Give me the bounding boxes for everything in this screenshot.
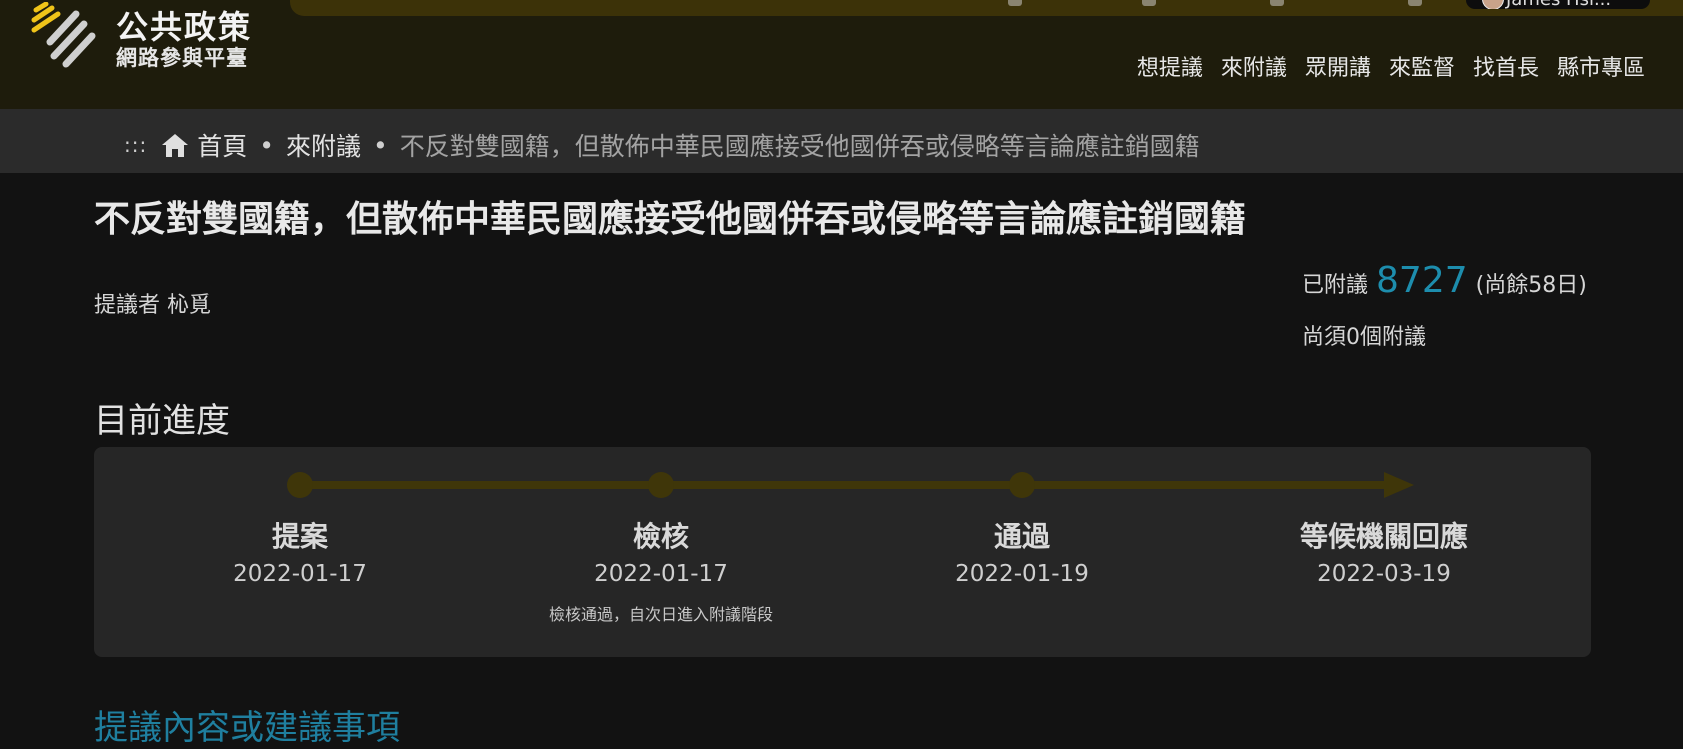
grid-icon[interactable]: [1008, 0, 1022, 6]
nav-item-propose[interactable]: 想提議: [1137, 50, 1203, 82]
progress-heading: 目前進度: [94, 401, 230, 441]
document-icon[interactable]: [1142, 0, 1156, 6]
user-menu[interactable]: James Hsi...: [1466, 0, 1650, 9]
step-label: 提案: [271, 520, 328, 553]
endorsed-label: 已附議: [1302, 273, 1369, 298]
main-nav: 想提議 來附議 眾開講 來監督 找首長 縣市專區: [1137, 50, 1645, 82]
site-header: James Hsi... 公共政策 網路參與平臺 想提議 來附議 眾開講 來監督…: [0, 0, 1683, 109]
step-dot: [287, 472, 313, 498]
home-icon[interactable]: [161, 132, 189, 158]
step-date: 2022-01-17: [594, 561, 728, 587]
nav-item-discuss[interactable]: 眾開講: [1305, 50, 1371, 82]
progress-step: 通過 2022-01-19: [882, 515, 1162, 587]
progress-track: [287, 472, 1414, 498]
progress-step: 檢核 2022-01-17 檢核通過，自次日進入附議階段: [521, 515, 801, 625]
breadcrumb-home[interactable]: 首頁: [197, 127, 247, 163]
endorsements-needed: 尚須0個附議: [1302, 325, 1426, 350]
proposer-name: 杺覓: [167, 293, 212, 318]
nav-item-endorse[interactable]: 來附議: [1221, 50, 1287, 82]
page-title: 不反對雙國籍，但散佈中華民國應接受他國併吞或侵略等言論應註銷國籍: [94, 199, 1247, 240]
arrow-right-icon: [1384, 472, 1414, 498]
step-date: 2022-03-19: [1317, 561, 1451, 587]
link-icon[interactable]: [1408, 0, 1422, 6]
proposer-label: 提議者: [94, 293, 161, 318]
breadcrumb-separator: •: [259, 130, 274, 160]
nav-item-counties[interactable]: 縣市專區: [1557, 50, 1645, 82]
step-date: 2022-01-17: [233, 561, 367, 587]
step-label: 通過: [993, 520, 1050, 553]
step-dot: [1009, 472, 1035, 498]
nav-item-monitor[interactable]: 來監督: [1389, 50, 1455, 82]
site-logo-icon[interactable]: [30, 2, 100, 70]
endorsement-stats: 已附議 8727 (尚餘58日) 尚須0個附議: [1302, 260, 1642, 351]
proposer-info: 提議者 杺覓: [94, 287, 211, 319]
days-left: (尚餘58日): [1475, 273, 1587, 298]
step-date: 2022-01-19: [955, 561, 1089, 587]
step-label: 檢核: [632, 520, 689, 553]
step-dot: [648, 472, 674, 498]
site-subtitle[interactable]: 網路參與平臺: [116, 42, 248, 72]
breadcrumb-current: 不反對雙國籍，但散佈中華民國應接受他國併吞或侵略等言論應註銷國籍: [399, 132, 1200, 161]
content-heading: 提議內容或建議事項: [94, 708, 400, 748]
progress-step: 等候機關回應 2022-03-19: [1244, 515, 1524, 587]
breadcrumb: ::: 首頁 • 來附議 • 不反對雙國籍，但散佈中華民國應接受他國併吞或侵略等…: [0, 109, 1683, 173]
avatar: [1482, 0, 1504, 9]
nav-item-leaders[interactable]: 找首長: [1473, 50, 1539, 82]
user-name: James Hsi...: [1506, 0, 1611, 9]
step-note: 檢核通過，自次日進入附議階段: [548, 605, 773, 624]
progress-step: 提案 2022-01-17: [160, 515, 440, 587]
breadcrumb-separator: •: [373, 130, 388, 160]
breadcrumb-marker: :::: [124, 133, 148, 157]
step-label: 等候機關回應: [1299, 520, 1468, 553]
breadcrumb-section[interactable]: 來附議: [286, 127, 361, 163]
endorsed-count: 8727: [1376, 260, 1468, 301]
progress-panel: 提案 2022-01-17 檢核 2022-01-17 檢核通過，自次日進入附議…: [94, 447, 1591, 657]
settings-icon[interactable]: [1270, 0, 1284, 6]
